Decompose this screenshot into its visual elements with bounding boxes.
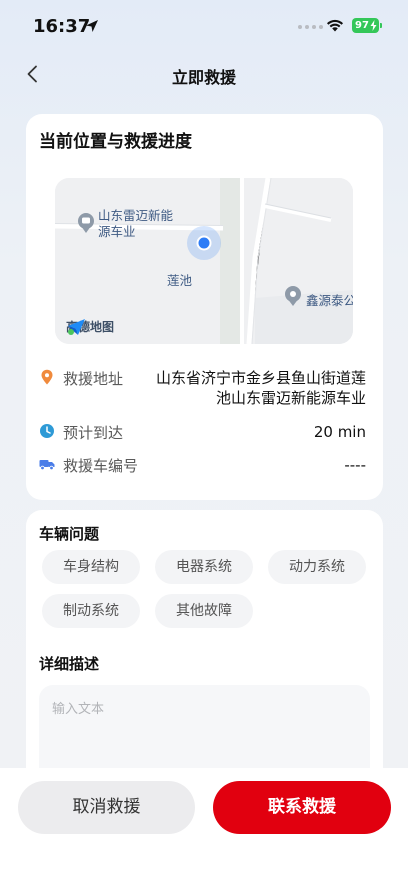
map-view[interactable]: 山东雷迈新能源车业 莲池 鑫源泰公 高德地图 — [55, 178, 353, 344]
chip-electrical-system[interactable]: 电器系统 — [155, 550, 253, 584]
card-title: 当前位置与救援进度 — [39, 132, 192, 152]
status-bar: 16:37 97 — [0, 0, 408, 52]
map-provider-logo: 高德地图 — [66, 318, 114, 335]
chip-brake-system[interactable]: 制动系统 — [42, 594, 140, 628]
battery-icon: 97 — [352, 18, 379, 33]
cellular-signal-icon — [298, 25, 323, 29]
page-title: 立即救援 — [171, 68, 236, 87]
description-title: 详细描述 — [39, 655, 100, 673]
map-label-business: 山东雷迈新能源车业 — [98, 208, 174, 239]
vehicle-problem-title: 车辆问题 — [39, 525, 100, 543]
contact-rescue-button[interactable]: 联系救援 — [213, 781, 391, 834]
amap-logo-icon — [68, 319, 85, 335]
chip-power-system[interactable]: 动力系统 — [268, 550, 366, 584]
wifi-icon — [327, 19, 343, 32]
cancel-rescue-button[interactable]: 取消救援 — [18, 781, 195, 834]
address-value: 山东省济宁市金乡县鱼山街道莲池山东雷迈新能源车业 — [156, 369, 367, 407]
chip-other-fault[interactable]: 其他故障 — [155, 594, 253, 628]
battery-nub — [380, 23, 382, 28]
eta-value: 20 min — [313, 423, 366, 441]
chip-body-structure[interactable]: 车身结构 — [42, 550, 140, 584]
clock-icon — [40, 424, 54, 438]
location-arrow-icon — [86, 20, 98, 32]
vehicle-number-value: ---- — [344, 456, 366, 474]
location-progress-card: 当前位置与救援进度 山东雷迈新能源车业 莲池 鑫源泰公 高德地图 救援地址 山东… — [26, 114, 383, 500]
map-label-poi: 鑫源泰公 — [306, 293, 353, 308]
status-time: 16:37 — [33, 16, 91, 37]
description-placeholder: 输入文本 — [52, 702, 105, 717]
address-label: 救援地址 — [63, 370, 124, 388]
battery-level: 97 — [355, 20, 369, 31]
location-pin-icon — [41, 369, 53, 385]
truck-icon — [39, 460, 55, 471]
eta-label: 预计到达 — [63, 424, 124, 442]
bottom-action-bar: 取消救援 联系救援 — [0, 768, 408, 883]
eta-row: 预计到达 20 min — [39, 422, 370, 444]
map-label-place: 莲池 — [167, 273, 193, 288]
navigation-bar: 立即救援 — [0, 52, 408, 96]
vehicle-number-label: 救援车编号 — [63, 457, 139, 475]
rescue-vehicle-row: 救援车编号 ---- — [39, 455, 370, 477]
rescue-address-row: 救援地址 山东省济宁市金乡县鱼山街道莲池山东雷迈新能源车业 — [39, 368, 370, 412]
